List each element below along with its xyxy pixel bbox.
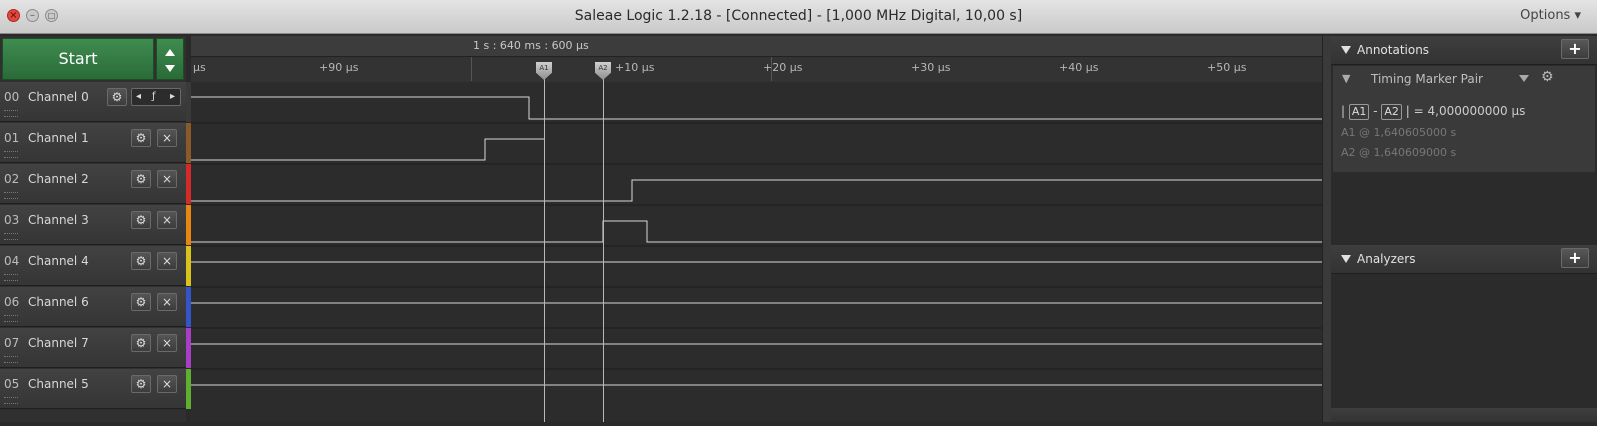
channel-row[interactable]: 06 Channel 6 ⚙ × — [0, 287, 186, 327]
waveform-scrollbar[interactable] — [1322, 36, 1331, 422]
channel-name[interactable]: Channel 4 — [28, 254, 89, 268]
drag-handle-icon[interactable] — [4, 356, 18, 363]
marker-difference: | A1 - A2 | = 4,000000000 µs — [1341, 104, 1526, 120]
gear-icon[interactable]: ⚙ — [131, 334, 151, 352]
marker-a2-time: A2 @ 1,640609000 s — [1341, 146, 1457, 159]
time-header: 1 s : 640 ms : 600 µs — [191, 36, 1323, 57]
gear-icon[interactable]: ⚙ — [131, 293, 151, 311]
channel-row[interactable]: 02 Channel 2 ⚙ × — [0, 164, 186, 204]
channel-number: 05 — [4, 377, 20, 391]
up-arrow-icon — [165, 49, 175, 56]
start-button[interactable]: Start — [2, 38, 154, 80]
gear-icon[interactable]: ⚙ — [131, 170, 151, 188]
channel-name[interactable]: Channel 7 — [28, 336, 89, 350]
gear-icon[interactable]: ⚙ — [131, 129, 151, 147]
marker-a2-line[interactable] — [603, 62, 604, 422]
ruler-tick-label: +50 µs — [1207, 61, 1247, 74]
channel-row[interactable]: 03 Channel 3 ⚙ × — [0, 205, 186, 245]
timing-marker-pair-label: Timing Marker Pair — [1371, 72, 1483, 86]
timing-marker-pair-row[interactable]: ▼ Timing Marker Pair ⚙ — [1333, 66, 1595, 92]
channel-name[interactable]: Channel 5 — [28, 377, 89, 391]
channel-row[interactable]: 05 Channel 5 ⚙ × — [0, 369, 186, 409]
channel-2-waveform — [191, 179, 1322, 202]
add-annotation-button[interactable]: + — [1561, 39, 1589, 59]
close-icon[interactable]: × — [157, 170, 177, 188]
drag-handle-icon[interactable] — [4, 233, 18, 240]
title-bar: × – □ Saleae Logic 1.2.18 - [Connected] … — [0, 0, 1597, 34]
close-icon[interactable]: × — [157, 293, 177, 311]
channel-row[interactable]: 01 Channel 1 ⚙ × — [0, 123, 186, 163]
ruler-tick-label: +10 µs — [615, 61, 655, 74]
drag-handle-icon[interactable] — [4, 151, 18, 158]
side-panel: Annotations + ▼ Timing Marker Pair ⚙ | A… — [1331, 36, 1597, 422]
annotations-header[interactable]: Annotations + — [1331, 36, 1597, 65]
gear-icon[interactable]: ⚙ — [131, 252, 151, 270]
channel-number: 00 — [4, 90, 20, 104]
trigger-edge-icon[interactable]: ƒ — [152, 89, 156, 105]
channel-number: 03 — [4, 213, 20, 227]
time-ruler[interactable]: µs +90 µs +10 µs +20 µs +30 µs +40 µs +5… — [191, 57, 1323, 83]
ruler-tick-label: +40 µs — [1059, 61, 1099, 74]
analyzers-header[interactable]: Analyzers + — [1331, 245, 1597, 274]
dropdown-arrow-icon[interactable] — [1519, 75, 1529, 82]
ruler-tick-label: µs — [193, 61, 206, 74]
gear-icon[interactable]: ⚙ — [131, 211, 151, 229]
window-title: Saleae Logic 1.2.18 - [Connected] - [1,0… — [574, 8, 1023, 24]
trigger-left-icon[interactable]: ◂ — [136, 89, 141, 105]
gear-icon[interactable]: ⚙ — [1541, 69, 1554, 85]
channel-number: 01 — [4, 131, 20, 145]
drag-handle-icon[interactable] — [4, 397, 18, 404]
start-options-button[interactable] — [156, 38, 184, 80]
waveforms-svg — [191, 96, 1322, 386]
marker-a1-badge: A1 — [1348, 104, 1370, 120]
trigger-right-icon[interactable]: ▸ — [170, 89, 175, 105]
trigger-selector[interactable]: ◂ ƒ ▸ — [131, 88, 181, 106]
decoded-protocols-header[interactable] — [1331, 408, 1597, 422]
channel-name[interactable]: Channel 1 — [28, 131, 89, 145]
down-arrow-icon — [165, 65, 175, 72]
close-icon[interactable]: × — [157, 211, 177, 229]
channel-number: 04 — [4, 254, 20, 268]
channel-number: 07 — [4, 336, 20, 350]
annotations-content: ▼ Timing Marker Pair ⚙ | A1 - A2 | = 4,0… — [1333, 66, 1595, 172]
channel-row[interactable]: 00 Channel 0 ⚙ ◂ ƒ ▸ — [0, 82, 186, 122]
waveform-area[interactable] — [191, 82, 1322, 422]
gear-icon[interactable]: ⚙ — [107, 88, 127, 106]
pin-icon: ▼ — [1342, 72, 1351, 85]
absolute-time-label: 1 s : 640 ms : 600 µs — [473, 39, 589, 52]
ruler-tick-label: +20 µs — [763, 61, 803, 74]
annotations-title: Annotations — [1357, 43, 1430, 57]
gear-icon[interactable]: ⚙ — [131, 375, 151, 393]
ruler-tick-label: +90 µs — [319, 61, 359, 74]
difference-value: | = 4,000000000 µs — [1405, 104, 1526, 118]
collapse-icon — [1341, 46, 1351, 54]
channel-number: 06 — [4, 295, 20, 309]
add-analyzer-button[interactable]: + — [1561, 248, 1589, 268]
close-icon[interactable]: × — [157, 375, 177, 393]
drag-handle-icon[interactable] — [4, 192, 18, 199]
channel-row[interactable]: 04 Channel 4 ⚙ × — [0, 246, 186, 286]
close-icon[interactable]: × — [157, 129, 177, 147]
channel-name[interactable]: Channel 6 — [28, 295, 89, 309]
drag-handle-icon[interactable] — [4, 315, 18, 322]
channel-1-waveform — [191, 138, 544, 161]
options-menu[interactable]: Options ▾ — [1520, 8, 1581, 23]
channel-row[interactable]: 07 Channel 7 ⚙ × — [0, 328, 186, 368]
marker-a2-badge: A2 — [1381, 104, 1402, 120]
analyzers-title: Analyzers — [1357, 252, 1416, 266]
close-icon[interactable]: × — [157, 334, 177, 352]
channel-name[interactable]: Channel 0 — [28, 90, 89, 104]
marker-a1-time: A1 @ 1,640605000 s — [1341, 126, 1457, 139]
channel-name[interactable]: Channel 3 — [28, 213, 89, 227]
marker-a1-line[interactable] — [544, 62, 545, 422]
channel-0-waveform — [191, 96, 1322, 120]
channel-3-waveform — [191, 220, 1322, 243]
channel-name[interactable]: Channel 2 — [28, 172, 89, 186]
drag-handle-icon[interactable] — [4, 274, 18, 281]
ruler-tick-label: +30 µs — [911, 61, 951, 74]
channel-number: 02 — [4, 172, 20, 186]
close-icon[interactable]: × — [157, 252, 177, 270]
drag-handle-icon[interactable] — [4, 110, 18, 117]
collapse-icon — [1341, 255, 1351, 263]
